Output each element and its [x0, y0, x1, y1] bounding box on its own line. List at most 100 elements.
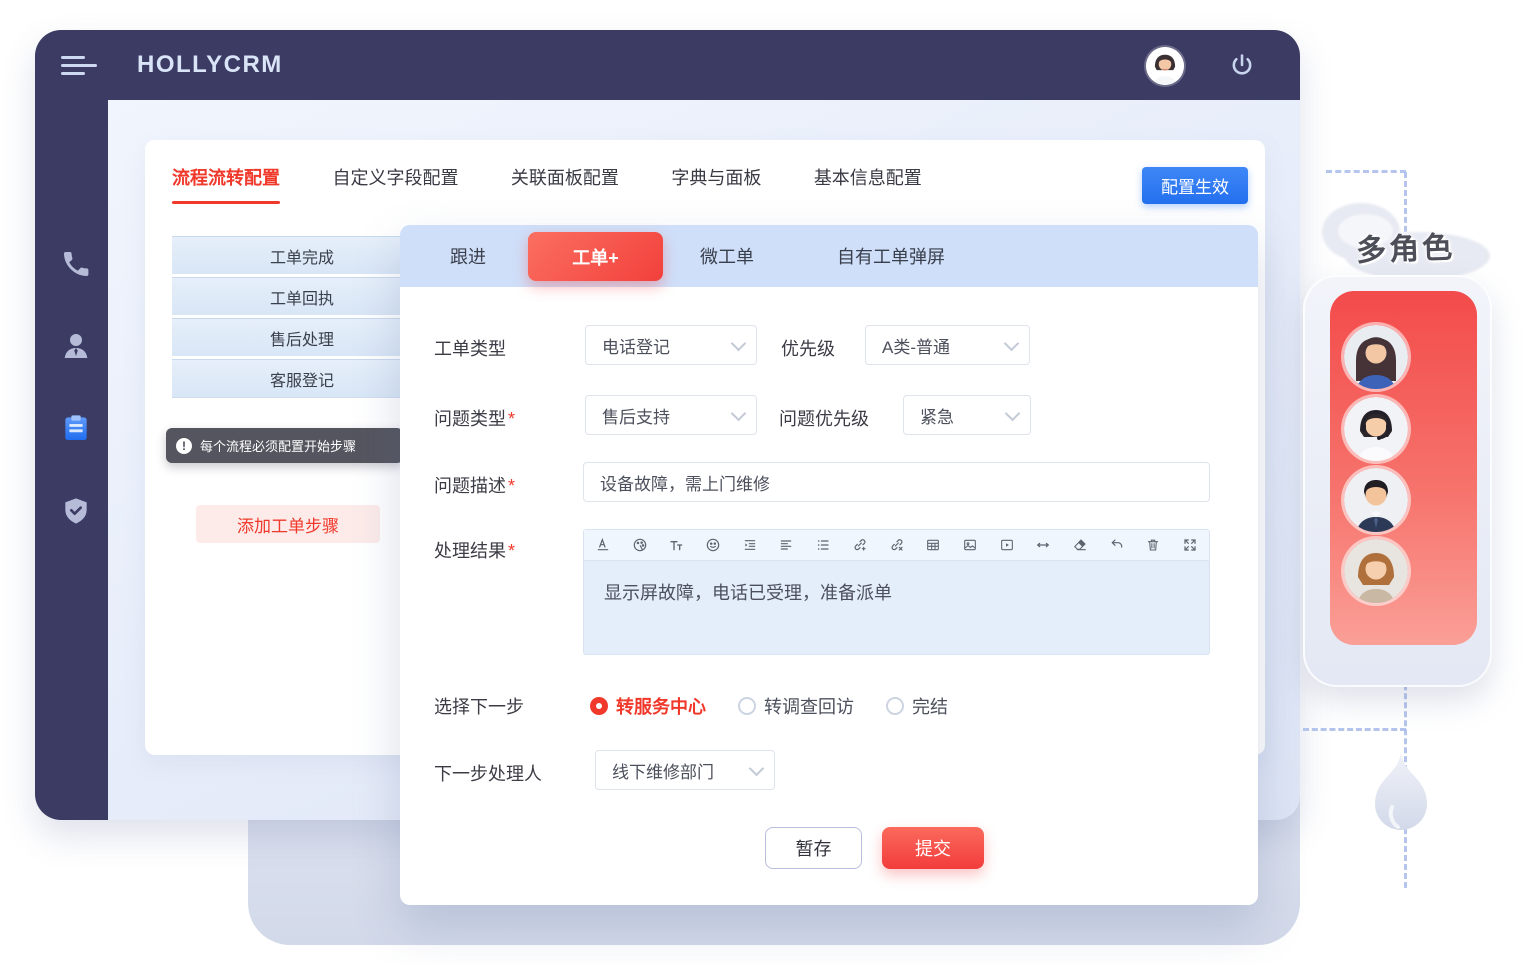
issue-desc-label: 问题描述* — [434, 472, 515, 498]
drop-shape — [1372, 752, 1430, 852]
chevron-down-icon — [731, 335, 747, 351]
table-icon[interactable] — [922, 534, 944, 556]
add-workorder-step-button[interactable]: 添加工单步骤 — [196, 505, 380, 543]
next-step-label: 选择下一步 — [434, 693, 524, 719]
result-label: 处理结果* — [434, 537, 515, 563]
tab-own-popup[interactable]: 自有工单弹屏 — [837, 225, 945, 287]
chevron-down-icon — [1005, 405, 1021, 421]
video-icon[interactable] — [996, 534, 1018, 556]
align-left-icon[interactable] — [775, 534, 797, 556]
page: HOLLYCRM — [0, 0, 1537, 964]
priority-select[interactable]: A类-普通 — [865, 325, 1030, 365]
radio-selected-icon — [590, 697, 608, 715]
modal-tabbar: 跟进 工单+ 微工单 自有工单弹屏 — [400, 225, 1258, 287]
tab-dictionary-panel[interactable]: 字典与面板 — [671, 164, 761, 190]
tab-process-flow[interactable]: 流程流转配置 — [172, 164, 280, 190]
multi-role-label: 多角色 — [1355, 222, 1455, 269]
person-icon — [60, 330, 92, 362]
menu-toggle-icon[interactable] — [61, 56, 97, 78]
font-style-icon[interactable] — [592, 534, 614, 556]
workorder-modal: 跟进 工单+ 微工单 自有工单弹屏 工单类型 电话登记 优先级 A类-普通 问题… — [400, 225, 1258, 905]
avatar-female-supervisor[interactable] — [1344, 539, 1408, 603]
workflow-step-item[interactable]: 工单完成 — [172, 236, 432, 274]
radio-label: 转调查回访 — [764, 693, 854, 719]
tab-followup[interactable]: 跟进 — [450, 225, 486, 287]
issue-priority-value: 紧急 — [920, 403, 954, 428]
save-draft-button[interactable]: 暂存 — [765, 827, 862, 869]
link-icon[interactable] — [849, 534, 871, 556]
user-avatar[interactable] — [1146, 47, 1184, 85]
sidebar-item-security[interactable] — [60, 495, 92, 527]
issue-type-select[interactable]: 售后支持 — [585, 395, 757, 435]
sidebar-item-contacts[interactable] — [60, 330, 92, 362]
radio-service-center[interactable]: 转服务中心 — [590, 693, 738, 719]
next-step-options: 转服务中心 转调查回访 完结 — [590, 693, 980, 719]
delete-icon[interactable] — [1142, 534, 1164, 556]
workflow-step-label: 客服登记 — [270, 367, 334, 391]
logout-power-icon[interactable] — [1228, 52, 1256, 80]
emoji-icon[interactable] — [702, 534, 724, 556]
priority-label: 优先级 — [781, 335, 835, 361]
workflow-step-item[interactable]: 工单回执 — [172, 277, 432, 315]
dashed-line-horizontal-bottom — [1303, 728, 1406, 731]
app-header: HOLLYCRM — [35, 30, 1300, 100]
ticket-type-label: 工单类型 — [434, 335, 506, 361]
workflow-step-item[interactable]: 客服登记 — [172, 359, 432, 398]
palette-icon[interactable] — [629, 534, 651, 556]
issue-type-value: 售后支持 — [602, 403, 670, 428]
sidebar-item-calls[interactable] — [60, 248, 92, 280]
radio-finish[interactable]: 完结 — [886, 693, 980, 719]
radio-unselected-icon — [886, 697, 904, 715]
avatar-female-agent[interactable] — [1344, 325, 1408, 389]
clipboard-icon — [60, 412, 92, 444]
tab-workorder-plus[interactable]: 工单+ — [528, 232, 663, 281]
issue-desc-input[interactable]: 设备故障，需上门维修 — [583, 462, 1210, 502]
radio-survey-callback[interactable]: 转调查回访 — [738, 693, 886, 719]
workflow-step-label: 工单完成 — [270, 244, 334, 268]
editor-toolbar — [584, 530, 1209, 561]
required-step-tooltip: ! 每个流程必须配置开始步骤 — [166, 428, 403, 463]
avatar-headset-agent[interactable] — [1344, 397, 1408, 461]
next-handler-value: 线下维修部门 — [612, 758, 714, 783]
next-handler-select[interactable]: 线下维修部门 — [595, 750, 775, 790]
radio-label: 完结 — [912, 693, 948, 719]
workflow-step-list: 工单完成 工单回执 售后处理 客服登记 — [172, 236, 432, 401]
workflow-step-label: 工单回执 — [270, 285, 334, 309]
sidebar-item-workorders[interactable] — [60, 412, 92, 444]
fullscreen-icon[interactable] — [1179, 534, 1201, 556]
chevron-down-icon — [749, 760, 765, 776]
eraser-icon[interactable] — [1069, 534, 1091, 556]
divider-icon[interactable] — [1032, 534, 1054, 556]
result-editor[interactable]: 显示屏故障，电话已受理，准备派单 — [583, 529, 1210, 655]
config-tabs: 流程流转配置 自定义字段配置 关联面板配置 字典与面板 基本信息配置 — [172, 164, 970, 194]
bullet-list-icon[interactable] — [812, 534, 834, 556]
workflow-step-item[interactable]: 售后处理 — [172, 318, 432, 356]
ticket-type-value: 电话登记 — [602, 333, 670, 358]
tab-basic-info[interactable]: 基本信息配置 — [814, 164, 922, 190]
phone-icon — [60, 248, 92, 280]
exclamation-icon: ! — [176, 438, 192, 454]
apply-config-button[interactable]: 配置生效 — [1142, 167, 1248, 204]
indent-icon[interactable] — [739, 534, 761, 556]
chevron-down-icon — [731, 405, 747, 421]
unlink-icon[interactable] — [886, 534, 908, 556]
roles-panel-card — [1303, 275, 1492, 687]
tab-micro-workorder[interactable]: 微工单 — [700, 225, 754, 287]
submit-button[interactable]: 提交 — [882, 827, 984, 869]
radio-label: 转服务中心 — [616, 693, 706, 719]
issue-type-label: 问题类型* — [434, 405, 515, 431]
issue-priority-select[interactable]: 紧急 — [903, 395, 1031, 435]
tab-linked-panels[interactable]: 关联面板配置 — [511, 164, 619, 190]
font-size-icon[interactable] — [665, 534, 687, 556]
shield-check-icon — [60, 495, 92, 527]
image-icon[interactable] — [959, 534, 981, 556]
issue-priority-label: 问题优先级 — [779, 405, 869, 431]
avatar-male-manager[interactable] — [1344, 468, 1408, 532]
result-editor-content[interactable]: 显示屏故障，电话已受理，准备派单 — [584, 561, 1209, 623]
undo-icon[interactable] — [1106, 534, 1128, 556]
workflow-step-label: 售后处理 — [270, 326, 334, 350]
chevron-down-icon — [1004, 335, 1020, 351]
ticket-type-select[interactable]: 电话登记 — [585, 325, 757, 365]
tab-custom-fields[interactable]: 自定义字段配置 — [332, 164, 458, 190]
brand-logo: HOLLYCRM — [137, 51, 283, 79]
